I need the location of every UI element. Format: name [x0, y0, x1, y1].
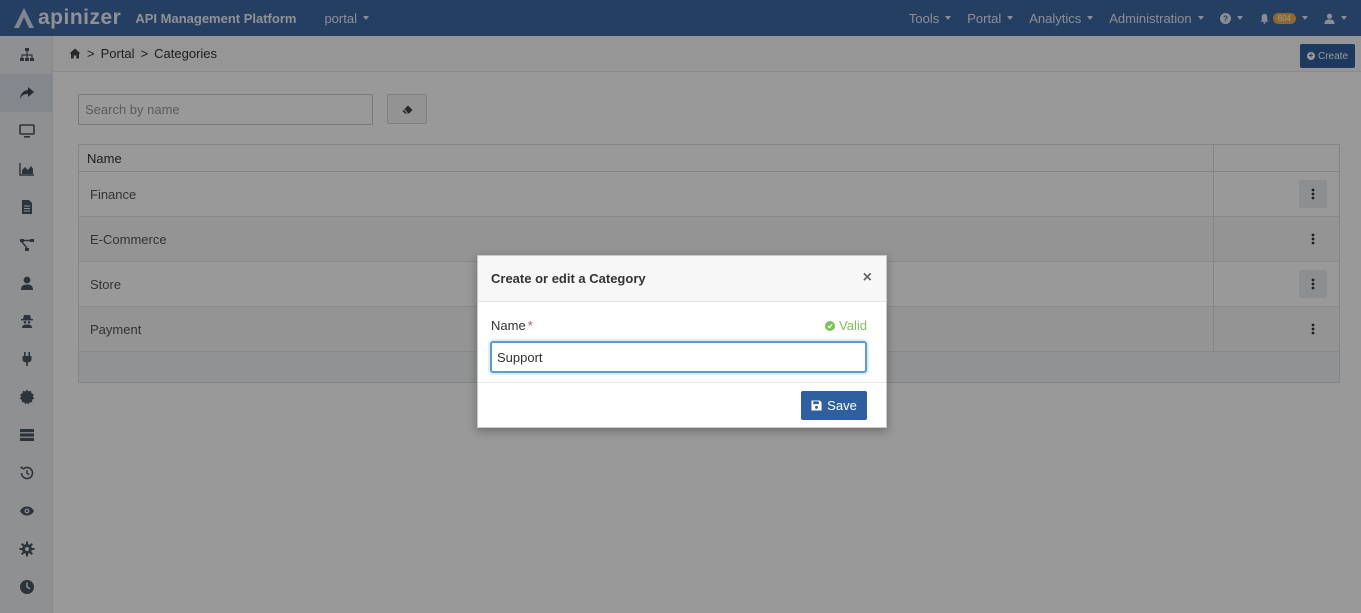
check-circle-icon: [825, 320, 836, 331]
close-icon[interactable]: ×: [863, 270, 872, 286]
modal-footer: Save: [478, 383, 886, 427]
category-modal: Create or edit a Category × Name * Valid …: [477, 255, 887, 428]
name-label-text: Name: [491, 318, 526, 333]
valid-text: Valid: [839, 318, 867, 333]
modal-body: Name * Valid: [478, 302, 886, 383]
modal-title: Create or edit a Category: [491, 271, 646, 286]
floppy-disk-icon: [811, 400, 822, 411]
save-button[interactable]: Save: [801, 391, 867, 420]
save-button-label: Save: [827, 398, 857, 413]
required-marker: *: [527, 318, 533, 333]
validation-status: Valid: [825, 318, 867, 333]
name-field-label: Name *: [491, 318, 533, 333]
category-name-input[interactable]: [490, 341, 867, 373]
modal-header: Create or edit a Category ×: [478, 256, 886, 302]
